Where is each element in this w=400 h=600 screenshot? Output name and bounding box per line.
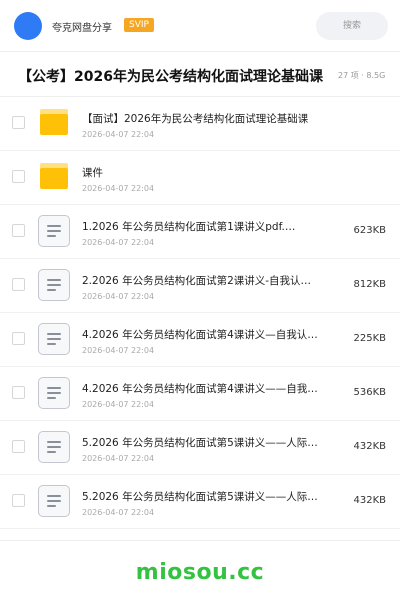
footer-divider (0, 540, 400, 541)
file-date: 2026-04-07 22:04 (82, 292, 155, 301)
document-icon (38, 323, 70, 355)
row-checkbox[interactable] (12, 440, 25, 453)
search-input[interactable]: 搜索 (316, 12, 388, 40)
page-title: 【公考】2026年为民公考结构化面试理论基础课 (18, 69, 323, 85)
item-count: 27 项 (338, 71, 359, 80)
file-size: 623KB (353, 225, 386, 236)
file-row[interactable]: 1.2026 年公务员结构化面试第1课讲义pdf.… 2026-04-07 22:… (0, 205, 400, 259)
file-row[interactable]: 5.2026 年公务员结构化面试第5课讲义——人际… 2026-04-07 22:… (0, 475, 400, 529)
file-date: 2026-04-07 22:04 (82, 346, 155, 355)
file-date: 2026-04-07 22:04 (82, 238, 155, 247)
file-row[interactable]: 5.2026 年公务员结构化面试第5课讲义——人际… 2026-04-07 22:… (0, 421, 400, 475)
file-name[interactable]: 【面试】2026年为民公考结构化面试理论基础课 (82, 111, 322, 126)
row-checkbox[interactable] (12, 386, 25, 399)
file-date: 2026-04-07 22:04 (82, 508, 155, 517)
file-size: 432KB (353, 495, 386, 506)
file-name[interactable]: 4.2026 年公务员结构化面试第4课讲义—自我认… (82, 327, 322, 342)
owner-name: 夸克网盘分享 (52, 23, 112, 34)
search-placeholder: 搜索 (342, 21, 361, 31)
file-row[interactable]: 【面试】2026年为民公考结构化面试理论基础课 2026-04-07 22:04 (0, 97, 400, 151)
row-checkbox[interactable] (12, 494, 25, 507)
folder-header: 【公考】2026年为民公考结构化面试理论基础课 27 项 · 8.5G (0, 53, 400, 97)
avatar[interactable] (14, 12, 42, 40)
top-bar: 夸克网盘分享 SVIP 搜索 (0, 0, 400, 52)
document-icon (38, 485, 70, 517)
file-row[interactable]: 4.2026 年公务员结构化面试第4课讲义——自我… 2026-04-07 22:… (0, 367, 400, 421)
folder-meta: 27 项 · 8.5G (338, 70, 385, 81)
file-row[interactable]: 课件 2026-04-07 22:04 (0, 151, 400, 205)
watermark: miosou.cc (135, 560, 265, 585)
meta-separator: · (361, 71, 364, 80)
file-name[interactable]: 1.2026 年公务员结构化面试第1课讲义pdf.… (82, 219, 322, 234)
total-size: 8.5G (366, 71, 386, 80)
file-date: 2026-04-07 22:04 (82, 454, 155, 463)
svip-badge: SVIP (124, 18, 154, 32)
row-checkbox[interactable] (12, 278, 25, 291)
file-date: 2026-04-07 22:04 (82, 184, 155, 193)
file-row[interactable]: 2.2026 年公务员结构化面试第2课讲义-自我认… 2026-04-07 22:… (0, 259, 400, 313)
file-date: 2026-04-07 22:04 (82, 130, 155, 139)
file-date: 2026-04-07 22:04 (82, 400, 155, 409)
document-icon (38, 377, 70, 409)
file-name[interactable]: 4.2026 年公务员结构化面试第4课讲义——自我… (82, 381, 322, 396)
row-checkbox[interactable] (12, 116, 25, 129)
file-size: 812KB (353, 279, 386, 290)
document-icon (38, 269, 70, 301)
file-size: 225KB (353, 333, 386, 344)
file-size: 536KB (353, 387, 386, 398)
file-name[interactable]: 2.2026 年公务员结构化面试第2课讲义-自我认… (82, 273, 322, 288)
row-checkbox[interactable] (12, 170, 25, 183)
row-checkbox[interactable] (12, 332, 25, 345)
file-name[interactable]: 课件 (82, 165, 322, 180)
file-name[interactable]: 5.2026 年公务员结构化面试第5课讲义——人际… (82, 489, 322, 504)
folder-icon (40, 109, 68, 135)
folder-icon (40, 163, 68, 189)
file-size: 432KB (353, 441, 386, 452)
file-name[interactable]: 5.2026 年公务员结构化面试第5课讲义——人际… (82, 435, 322, 450)
document-icon (38, 431, 70, 463)
file-row[interactable]: 4.2026 年公务员结构化面试第4课讲义—自我认… 2026-04-07 22:… (0, 313, 400, 367)
row-checkbox[interactable] (12, 224, 25, 237)
document-icon (38, 215, 70, 247)
